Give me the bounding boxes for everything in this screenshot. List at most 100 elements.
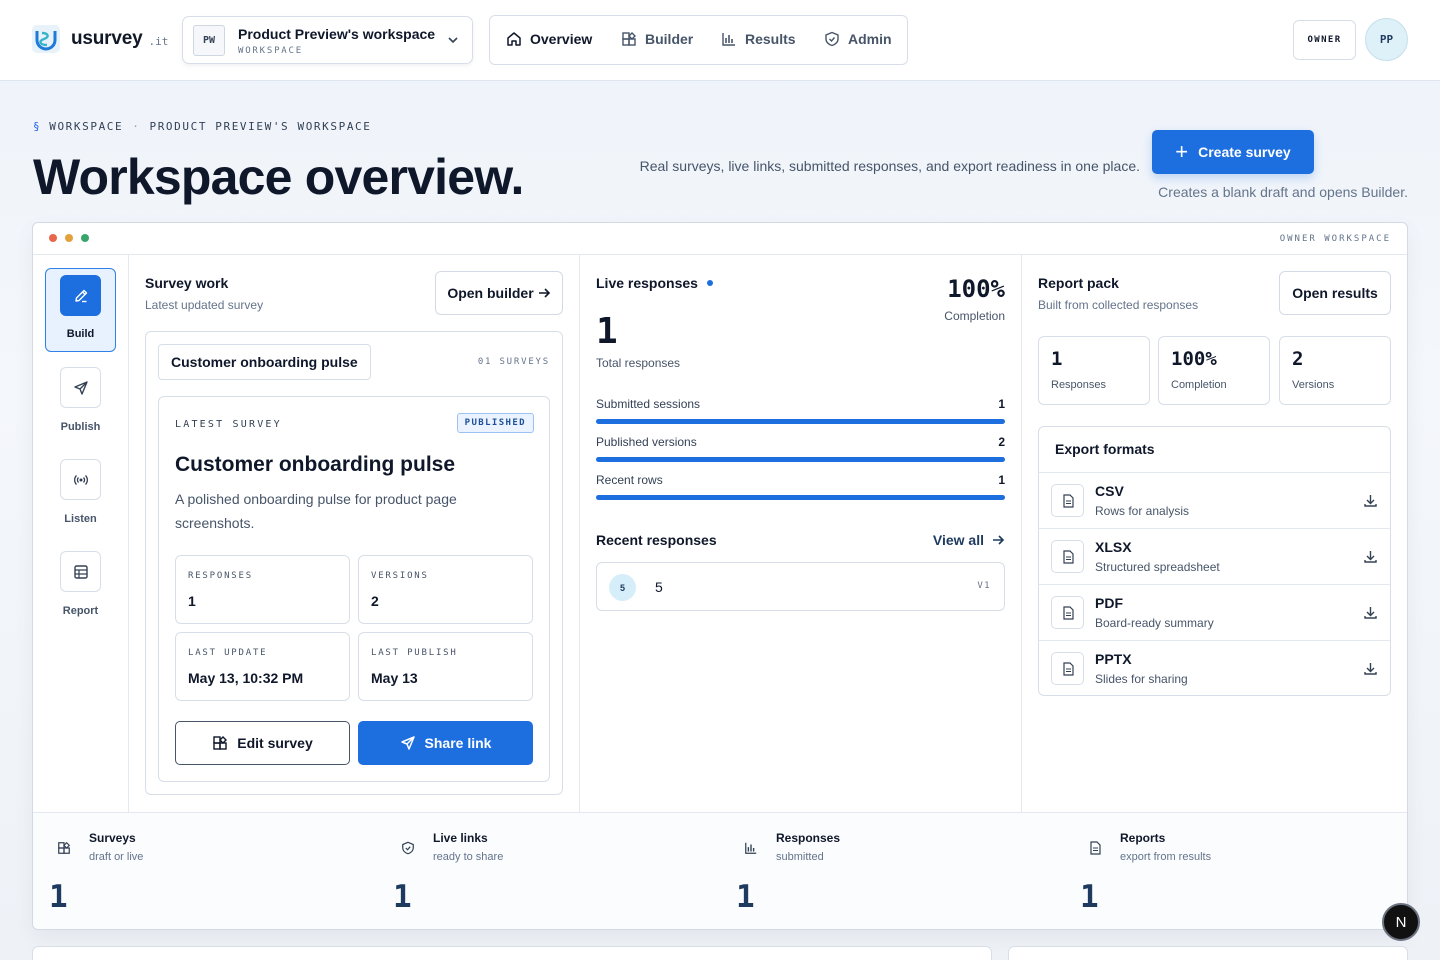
stat-versions: VERSIONS 2 [358,555,533,624]
brand-logo[interactable]: usurvey .it [31,24,168,54]
rail-listen-label: Listen [64,513,97,525]
export-row-csv[interactable]: CSV Rows for analysis [1039,472,1390,528]
export-row-pdf[interactable]: PDF Board-ready summary [1039,584,1390,640]
nav-builder-label: Builder [645,31,694,47]
metric-value: 2 [998,435,1005,449]
recent-responses-title: Recent responses [596,532,717,548]
workspace-switcher[interactable]: PW Product Preview's workspace WORKSPACE [182,16,473,64]
nav-admin[interactable]: Admin [824,31,892,47]
nav-overview[interactable]: Overview [506,31,592,47]
workspace-caption: WORKSPACE [238,46,303,56]
latest-survey-eyebrow: LATEST SURVEY [175,419,282,430]
progress-track [596,495,1005,500]
tile-value: 100% [1171,348,1217,370]
stat-last-publish: LAST PUBLISH May 13 [358,632,533,701]
download-icon[interactable] [1363,661,1378,676]
role-chip[interactable]: OWNER [1293,20,1356,60]
rail-listen-icon-box [60,459,101,500]
avatar[interactable]: PP [1365,18,1408,61]
rail-report-label: Report [62,605,99,617]
nav-builder[interactable]: Builder [621,31,693,47]
open-builder-button[interactable]: Open builder [435,271,563,315]
arrow-right-icon [538,288,550,298]
latest-survey-card: LATEST SURVEY PUBLISHED Customer onboard… [158,396,550,782]
summary-title: Surveys [89,831,136,845]
summary-sub: export from results [1120,851,1212,863]
summary-title: Live links [433,831,488,845]
rail-publish[interactable]: Publish [45,367,116,433]
export-row-pptx[interactable]: PPTX Slides for sharing [1039,640,1390,695]
summary-value: 1 [49,879,68,915]
file-icon [1090,841,1101,855]
breadcrumb-current: PRODUCT PREVIEW'S WORKSPACE [149,120,372,133]
stat-key: LAST UPDATE [188,648,268,658]
shield-icon [402,841,414,855]
workspace-frame: OWNER WORKSPACE Build Publish Listen Rep… [32,222,1408,930]
tile-label: Completion [1171,379,1227,391]
latest-survey-title: Customer onboarding pulse [175,453,456,476]
completion-value: 100% [947,275,1005,303]
breadcrumb-separator: · [132,120,141,133]
breadcrumb-workspace[interactable]: WORKSPACE [49,120,123,133]
step-rail: Build Publish Listen Report [33,255,129,812]
rail-report[interactable]: Report [45,551,116,617]
window-dot-red [49,234,57,242]
main-nav: Overview Builder Results Admin [489,15,908,65]
nav-overview-label: Overview [530,31,593,47]
create-survey-button[interactable]: + Create survey [1152,130,1314,174]
survey-list-box: Customer onboarding pulse 01 SURVEYS LAT… [145,331,563,795]
survey-count: 01 SURVEYS [477,357,550,367]
edit-survey-button[interactable]: Edit survey [175,721,350,765]
nav-admin-label: Admin [848,31,892,47]
view-all-link[interactable]: View all [933,532,1005,548]
file-icon [1062,549,1074,564]
share-link-button[interactable]: Share link [358,721,533,765]
stat-key: LAST PUBLISH [371,648,458,658]
stat-value: May 13 [371,670,418,686]
logo-icon [32,25,60,53]
export-format-desc: Slides for sharing [1095,672,1188,686]
next-section-card [32,946,992,960]
summary-value: 1 [1080,879,1099,915]
bar-chart-icon [722,33,735,46]
broadcast-icon [73,474,88,485]
open-results-button[interactable]: Open results [1279,271,1391,315]
completion-label: Completion [944,309,1005,323]
download-icon[interactable] [1363,493,1378,508]
export-format-desc: Structured spreadsheet [1095,560,1220,574]
tile-label: Responses [1051,379,1107,391]
send-icon [400,736,415,750]
file-icon-box [1051,540,1084,573]
file-icon [1062,661,1074,676]
download-icon[interactable] [1363,605,1378,620]
survey-work-panel: Survey work Latest updated survey Open b… [129,255,580,812]
pencil-icon [74,289,87,302]
open-builder-label: Open builder [447,285,534,301]
stat-last-update: LAST UPDATE May 13, 10:32 PM [175,632,350,701]
progress-track [596,419,1005,424]
breadcrumb: § WORKSPACE · PRODUCT PREVIEW'S WORKSPAC… [33,120,372,133]
metric-value: 1 [998,397,1005,411]
summary-value: 1 [736,879,755,915]
page-title: Workspace overview. [33,149,524,205]
rail-build-label: Build [66,328,95,340]
dev-tools-button[interactable]: N [1382,903,1420,941]
summary-sub: ready to share [433,851,504,863]
live-indicator-icon [706,280,713,286]
brand-tld: .it [148,35,169,48]
total-responses-label: Total responses [596,356,681,370]
total-responses-value: 1 [596,311,618,352]
rail-listen[interactable]: Listen [45,459,116,525]
edit-survey-label: Edit survey [237,735,313,751]
summary-reports: Reports export from results 1 [1064,813,1407,929]
survey-chip[interactable]: Customer onboarding pulse [158,344,371,380]
plus-icon: + [1175,139,1189,164]
download-icon[interactable] [1363,549,1378,564]
nav-results[interactable]: Results [721,31,796,47]
export-format-name: CSV [1095,483,1124,499]
response-row[interactable]: 5 5 V1 [596,562,1005,611]
rail-build[interactable]: Build [45,268,116,352]
export-row-xlsx[interactable]: XLSX Structured spreadsheet [1039,528,1390,584]
summary-responses: Responses submitted 1 [720,813,1063,929]
summary-live-links: Live links ready to share 1 [377,813,720,929]
